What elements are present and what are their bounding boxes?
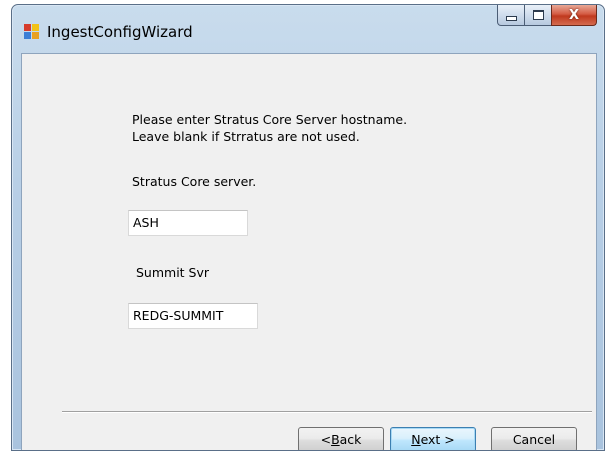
cancel-label: Cancel: [512, 432, 556, 447]
back-hotkey: B: [331, 432, 340, 447]
title-bar[interactable]: IngestConfigWizard X: [12, 5, 604, 53]
back-rest: ack: [339, 432, 362, 447]
next-hotkey: N: [411, 432, 421, 447]
close-button[interactable]: X: [551, 5, 597, 26]
minimize-button[interactable]: [497, 5, 525, 26]
wizard-client-area: Please enter Stratus Core Server hostnam…: [21, 53, 597, 450]
button-separator: [62, 411, 592, 413]
close-icon: X: [568, 7, 580, 23]
minimize-icon: [505, 15, 517, 21]
instruction-line-2: Leave blank if Strratus are not used.: [132, 129, 360, 144]
next-rest: ext >: [420, 432, 455, 447]
summit-server-label: Summit Svr: [136, 265, 210, 280]
window-title: IngestConfigWizard: [47, 23, 193, 41]
back-prefix: <: [320, 432, 332, 447]
wizard-window: IngestConfigWizard X Please enter Stratu…: [11, 4, 605, 451]
app-window-icon[interactable]: [24, 24, 40, 40]
cancel-button[interactable]: Cancel: [491, 427, 577, 450]
maximize-button[interactable]: [524, 5, 552, 26]
caption-buttons: X: [497, 5, 597, 27]
maximize-icon: [532, 10, 544, 20]
summit-server-input[interactable]: REDG-SUMMIT: [128, 303, 258, 329]
back-button[interactable]: < Back: [298, 427, 384, 450]
next-button[interactable]: Next >: [390, 427, 476, 450]
core-server-input[interactable]: ASH: [128, 210, 248, 236]
core-server-label: Stratus Core server.: [132, 174, 257, 189]
instruction-line-1: Please enter Stratus Core Server hostnam…: [132, 112, 408, 127]
